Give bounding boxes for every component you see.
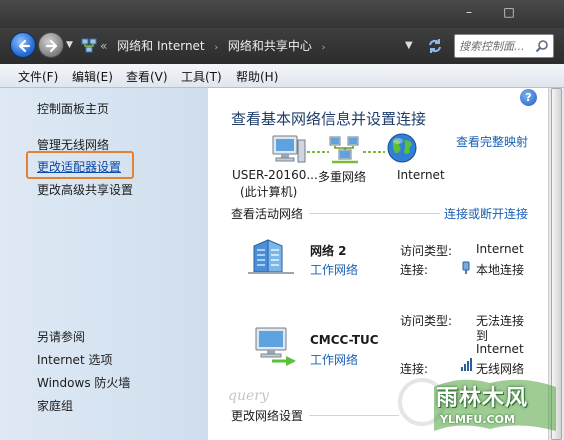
connection-line-icon (307, 151, 329, 153)
network-name: 网络 2 (310, 244, 347, 258)
menu-edit[interactable]: 编辑(E) (72, 68, 113, 85)
computer-name-label: USER-20160... (232, 168, 318, 182)
sidebar-item-homegroup[interactable]: 家庭组 (37, 397, 73, 414)
crumb-network-sharing-center[interactable]: 网络和共享中心 (228, 39, 312, 53)
connection-label: 连接: (400, 362, 429, 376)
access-type-value: Internet (476, 342, 524, 356)
wireless-computer-icon (255, 327, 296, 366)
wireless-signal-icon (461, 358, 472, 371)
forward-arrow-icon (45, 39, 58, 53)
network-type-link[interactable]: 工作网络 (310, 351, 358, 368)
section-divider (309, 415, 399, 416)
network-name: CMCC-TUC (310, 333, 379, 347)
menu-tools[interactable]: 工具(T) (181, 68, 222, 85)
crumb-separator[interactable]: › (214, 43, 218, 53)
connection-line-icon (363, 151, 385, 153)
sidebar-item-change-adapter[interactable]: 更改适配器设置 (37, 158, 121, 175)
sidebar-item-firewall[interactable]: Windows 防火墙 (37, 374, 130, 391)
see-also-heading: 另请参阅 (37, 330, 86, 344)
sidebar-item-advanced-sharing[interactable]: 更改高级共享设置 (37, 181, 133, 198)
connection-label: 连接: (400, 263, 429, 277)
change-settings-title: 更改网络设置 (231, 409, 304, 423)
sidebar-item-control-panel-home[interactable]: 控制面板主页 (37, 100, 109, 117)
view-full-map-link[interactable]: 查看完整映射 (456, 133, 528, 150)
ethernet-plug-icon (462, 261, 470, 274)
address-row: ▼ « 网络和 Internet › 网络和共享中心 › ▼ (0, 28, 564, 64)
network-hub-icon (81, 38, 97, 53)
window-titlebar: – □ (0, 0, 564, 28)
watermark-script: query (228, 388, 269, 404)
network-type-link[interactable]: 工作网络 (310, 261, 358, 278)
menu-bar: 文件(F) 编辑(E) 查看(V) 工具(T) 帮助(H) (0, 64, 564, 88)
network-building-icon (248, 239, 294, 274)
page-title: 查看基本网络信息并设置连接 (231, 110, 427, 128)
section-divider (309, 213, 440, 214)
watermark-url: YLMFU.COM (440, 413, 515, 426)
recent-pages-dropdown[interactable]: ▼ (66, 40, 73, 50)
search-box[interactable] (454, 34, 554, 58)
help-icon[interactable]: ? (520, 89, 537, 106)
back-button[interactable] (10, 32, 36, 58)
crumb-separator[interactable]: › (322, 43, 326, 53)
connect-disconnect-link[interactable]: 连接或断开连接 (444, 205, 528, 222)
local-connection-link[interactable]: 本地连接 (476, 261, 524, 278)
menu-view[interactable]: 查看(V) (126, 68, 168, 85)
address-dropdown-button[interactable]: ▼ (405, 40, 413, 51)
multiple-networks-label: 多重网络 (318, 170, 367, 184)
maximize-button[interactable]: □ (500, 4, 518, 20)
search-icon[interactable] (535, 39, 549, 53)
access-type-value: Internet (476, 242, 524, 256)
sidebar-item-internet-options[interactable]: Internet 选项 (37, 351, 112, 368)
refresh-icon[interactable] (426, 37, 444, 55)
breadcrumb: « 网络和 Internet › 网络和共享中心 › (100, 37, 331, 54)
internet-globe-icon (387, 133, 417, 163)
menu-help[interactable]: 帮助(H) (236, 68, 278, 85)
multiple-networks-icon (329, 136, 359, 164)
search-input[interactable] (459, 38, 535, 54)
computer-sub-label: (此计算机) (240, 185, 298, 199)
back-arrow-icon (18, 39, 31, 53)
computer-icon (272, 135, 306, 163)
minimize-button[interactable]: – (460, 4, 478, 20)
active-networks-title: 查看活动网络 (231, 207, 304, 221)
forward-button[interactable] (38, 32, 64, 58)
menu-file[interactable]: 文件(F) (18, 68, 58, 85)
access-type-label: 访问类型: (400, 244, 453, 258)
internet-label: Internet (397, 168, 445, 182)
access-type-label: 访问类型: (400, 314, 453, 328)
crumb-network-internet[interactable]: 网络和 Internet (117, 39, 204, 53)
watermark-brand: 雨林木风 (436, 386, 529, 411)
crumb-separator: « (100, 39, 108, 53)
